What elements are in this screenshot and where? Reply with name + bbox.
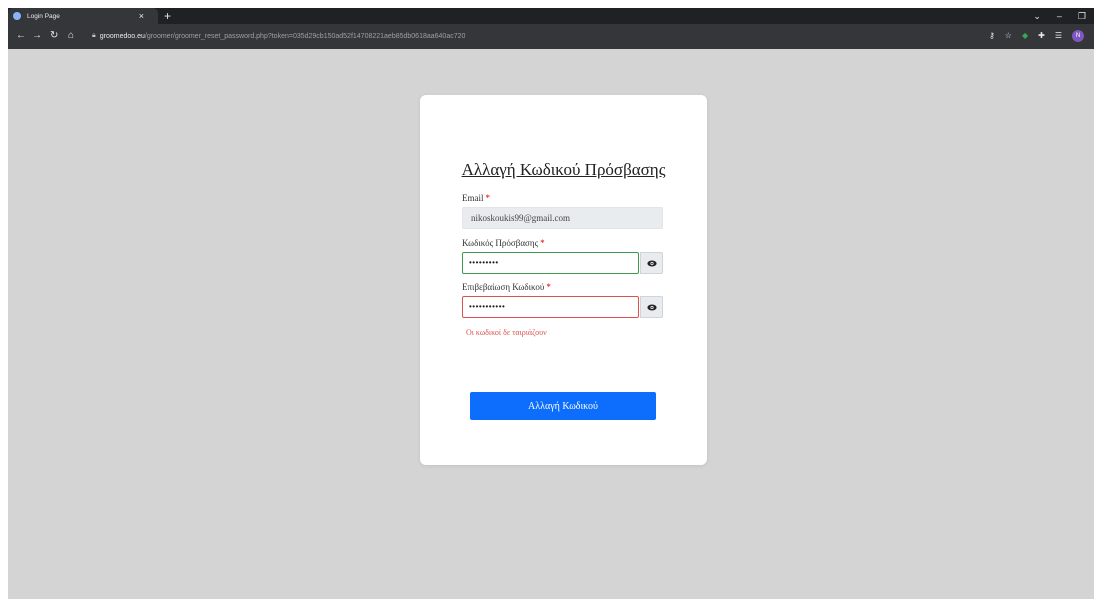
window-controls: ⌄ – ❐ xyxy=(1033,9,1086,23)
tab-title: Login Page xyxy=(27,12,60,20)
url-path: /groomer/groomer_reset_password.php?toke… xyxy=(144,32,466,40)
reading-list-icon[interactable]: ☰ xyxy=(1055,30,1062,42)
avatar[interactable]: N xyxy=(1072,30,1084,42)
page-title: Αλλαγή Κωδικού Πρόσβασης xyxy=(461,160,666,179)
favicon-icon xyxy=(13,12,21,20)
lock-icon[interactable]: 🔒︎ xyxy=(92,32,96,40)
toolbar-icons: ⚷ ☆ ◆ ✚ ☰ N xyxy=(989,30,1084,42)
reset-password-card: Αλλαγή Κωδικού Πρόσβασης Email * nikoskou… xyxy=(420,95,707,465)
new-tab-button[interactable]: + xyxy=(164,9,171,23)
forward-arrow-icon[interactable]: → xyxy=(32,30,42,42)
browser-window: Login Page × + ⌄ – ❐ ← → ↻ ⌂ 🔒︎ groomedo… xyxy=(8,8,1094,599)
extension-icon[interactable]: ✚ xyxy=(1038,30,1045,42)
show-password-button[interactable] xyxy=(640,252,663,274)
email-label: Email * xyxy=(462,193,490,203)
required-mark: * xyxy=(546,282,551,292)
change-password-button[interactable]: Αλλαγή Κωδικού xyxy=(470,392,656,420)
browser-toolbar: ← → ↻ ⌂ 🔒︎ groomedoo.eu/groomer/groomer_… xyxy=(8,24,1094,49)
key-icon[interactable]: ⚷ xyxy=(989,30,995,42)
eye-icon xyxy=(646,260,657,266)
star-icon[interactable]: ☆ xyxy=(1005,30,1012,42)
url-host: groomedoo.eu xyxy=(99,32,145,40)
password-label: Κωδικός Πρόσβασης * xyxy=(462,238,545,248)
reload-icon[interactable]: ↻ xyxy=(50,30,58,42)
address-bar[interactable]: 🔒︎ groomedoo.eu/groomer/groomer_reset_pa… xyxy=(92,29,992,43)
home-icon[interactable]: ⌂ xyxy=(68,30,74,42)
back-arrow-icon[interactable]: ← xyxy=(16,30,26,42)
password-field[interactable]: ••••••••• xyxy=(462,252,639,274)
tab-strip: Login Page × + ⌄ – ❐ xyxy=(8,8,1094,24)
required-mark: * xyxy=(540,238,545,248)
eye-icon xyxy=(646,304,657,310)
email-field[interactable]: nikoskoukis99@gmail.com xyxy=(462,207,663,229)
minimize-icon[interactable]: – xyxy=(1057,9,1062,23)
color-picker-icon[interactable]: ◆ xyxy=(1022,30,1028,42)
tab-login-page[interactable]: Login Page × xyxy=(8,8,158,24)
maximize-icon[interactable]: ❐ xyxy=(1078,9,1086,23)
show-confirm-password-button[interactable] xyxy=(640,296,663,318)
required-mark: * xyxy=(485,193,491,203)
tab-search-icon[interactable]: ⌄ xyxy=(1033,9,1041,23)
confirm-password-label: Επιβεβαίωση Κωδικού * xyxy=(462,282,551,292)
confirm-password-field[interactable]: ••••••••••• xyxy=(462,296,639,318)
password-mismatch-error: Οι κωδικοί δε ταιριάζουν xyxy=(466,328,547,337)
tab-close-icon[interactable]: × xyxy=(139,10,144,22)
